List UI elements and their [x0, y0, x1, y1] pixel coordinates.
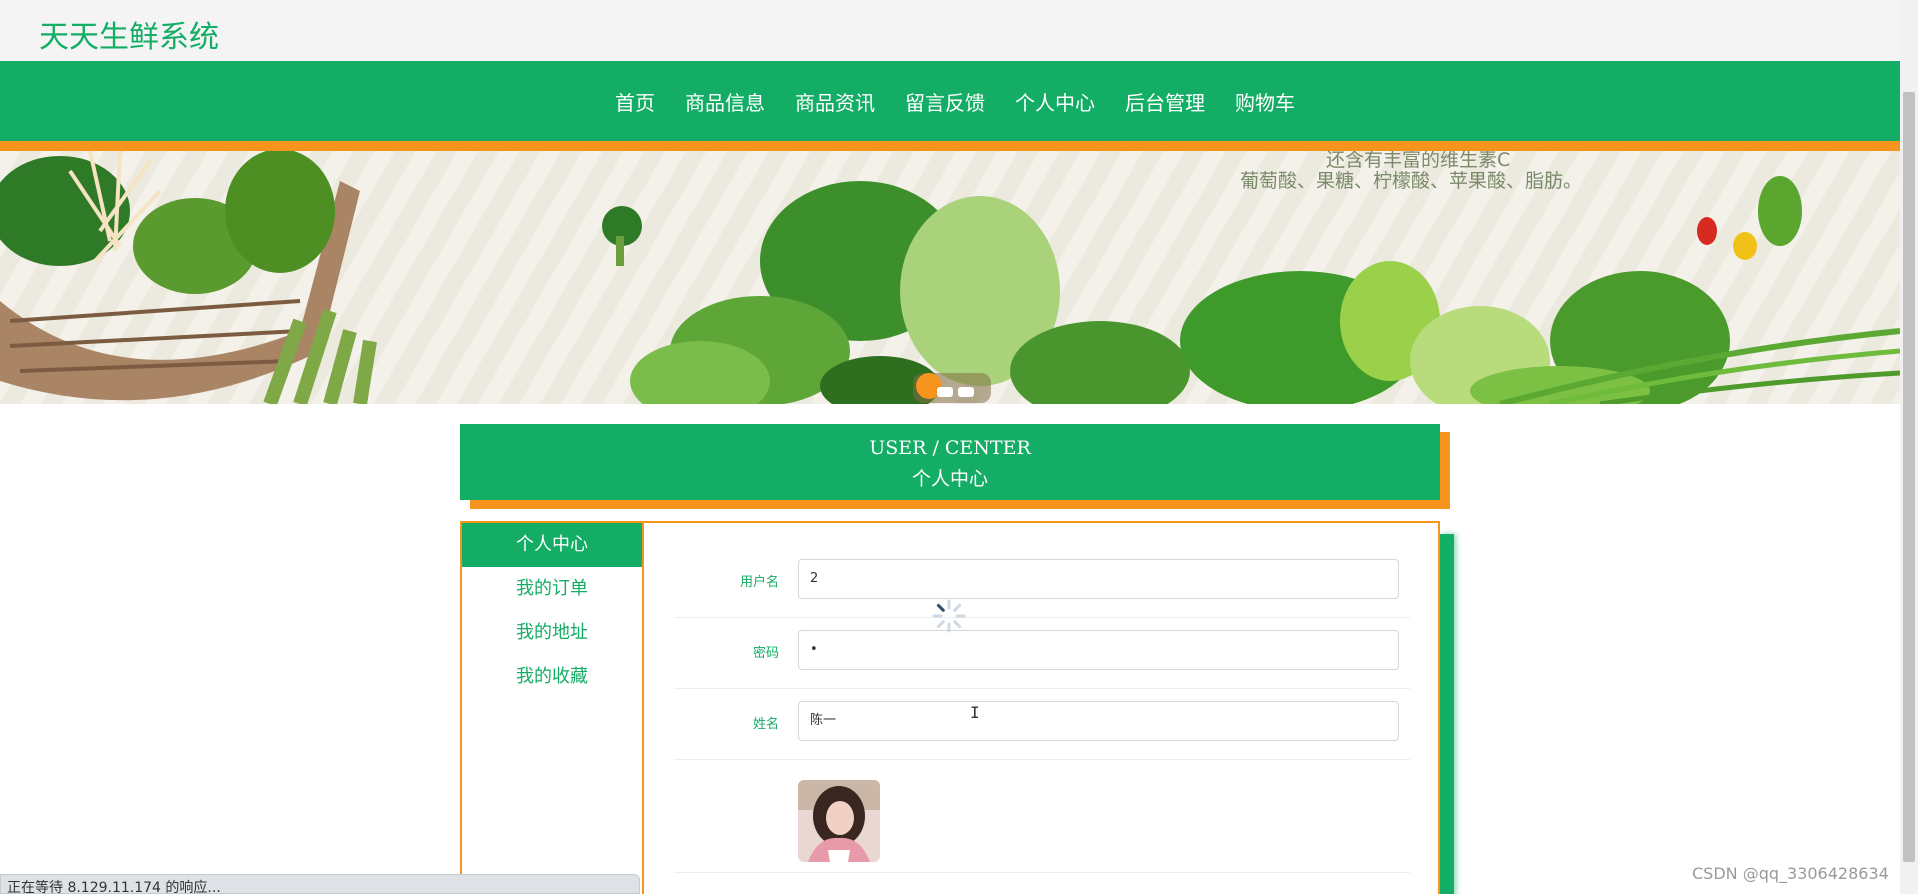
- password-input[interactable]: •: [798, 630, 1399, 670]
- panel-shadow: [1440, 534, 1454, 894]
- watermark: CSDN @qq_3306428634: [1692, 864, 1889, 883]
- name-value: 陈一: [810, 713, 837, 728]
- text-cursor-icon: I: [970, 703, 980, 722]
- nav-items: 首页 商品信息 商品资讯 留言反馈 个人中心 后台管理 购物车: [0, 61, 1900, 141]
- carousel-dot[interactable]: [958, 387, 974, 397]
- password-value: •: [810, 642, 818, 657]
- nav-item-cart[interactable]: 购物车: [1220, 87, 1310, 116]
- form-row-username: 用户名 2: [674, 547, 1410, 618]
- username-input[interactable]: 2: [798, 559, 1399, 599]
- avatar-image: [798, 780, 880, 862]
- nav-item-home[interactable]: 首页: [600, 87, 670, 116]
- sidebar-item-favorites[interactable]: 我的收藏: [462, 655, 642, 699]
- banner-carousel[interactable]: 还含有丰富的维生素C 葡萄酸、果糖、柠檬酸、苹果酸、脂肪。: [0, 151, 1900, 404]
- carousel-dot[interactable]: [937, 387, 953, 397]
- user-center-panel: 个人中心 我的订单 我的地址 我的收藏 用户名 2 密码 • 姓名 陈一: [460, 521, 1440, 894]
- banner-vegetables-image: [0, 151, 1900, 404]
- profile-form: 用户名 2 密码 • 姓名 陈一: [674, 547, 1410, 873]
- nav-accent-stripe: [0, 141, 1900, 151]
- page-root: 天天生鲜系统 首页 商品信息 商品资讯 留言反馈 个人中心 后台管理 购物车 还…: [0, 0, 1918, 894]
- form-row-avatar: [674, 760, 1410, 873]
- nav-item-admin[interactable]: 后台管理: [1110, 87, 1220, 116]
- top-title-bar: 天天生鲜系统: [0, 0, 1900, 61]
- sidebar-item-address[interactable]: 我的地址: [462, 611, 642, 655]
- section-header: USER / CENTER 个人中心: [460, 424, 1440, 500]
- name-label: 姓名: [752, 717, 779, 732]
- main-nav: 首页 商品信息 商品资讯 留言反馈 个人中心 后台管理 购物车: [0, 61, 1900, 141]
- nav-item-products[interactable]: 商品信息: [670, 87, 780, 116]
- site-title[interactable]: 天天生鲜系统: [39, 12, 219, 56]
- password-label: 密码: [752, 646, 779, 661]
- section-title-en: USER / CENTER: [869, 437, 1031, 459]
- sidebar-item-orders[interactable]: 我的订单: [462, 567, 642, 611]
- username-value: 2: [810, 571, 819, 586]
- scrollbar-thumb[interactable]: [1903, 92, 1915, 862]
- username-label: 用户名: [739, 575, 779, 590]
- nav-item-news[interactable]: 商品资讯: [780, 87, 890, 116]
- section-title-cn: 个人中心: [911, 468, 988, 490]
- user-sidebar: 个人中心 我的订单 我的地址 我的收藏: [462, 523, 644, 894]
- nav-item-feedback[interactable]: 留言反馈: [890, 87, 1000, 116]
- banner-text-line2: 葡萄酸、果糖、柠檬酸、苹果酸、脂肪。: [1240, 170, 1583, 192]
- sidebar-item-user-center[interactable]: 个人中心: [462, 523, 642, 567]
- status-text: 正在等待 8.129.11.174 的响应...: [7, 880, 221, 894]
- form-row-password: 密码 •: [674, 618, 1410, 689]
- name-input[interactable]: 陈一: [798, 701, 1399, 741]
- form-row-name: 姓名 陈一: [674, 689, 1410, 760]
- avatar[interactable]: [798, 780, 880, 862]
- loading-spinner-icon: [932, 599, 966, 633]
- nav-item-user-center[interactable]: 个人中心: [1000, 87, 1110, 116]
- browser-status-bar: 正在等待 8.129.11.174 的响应...: [0, 874, 640, 894]
